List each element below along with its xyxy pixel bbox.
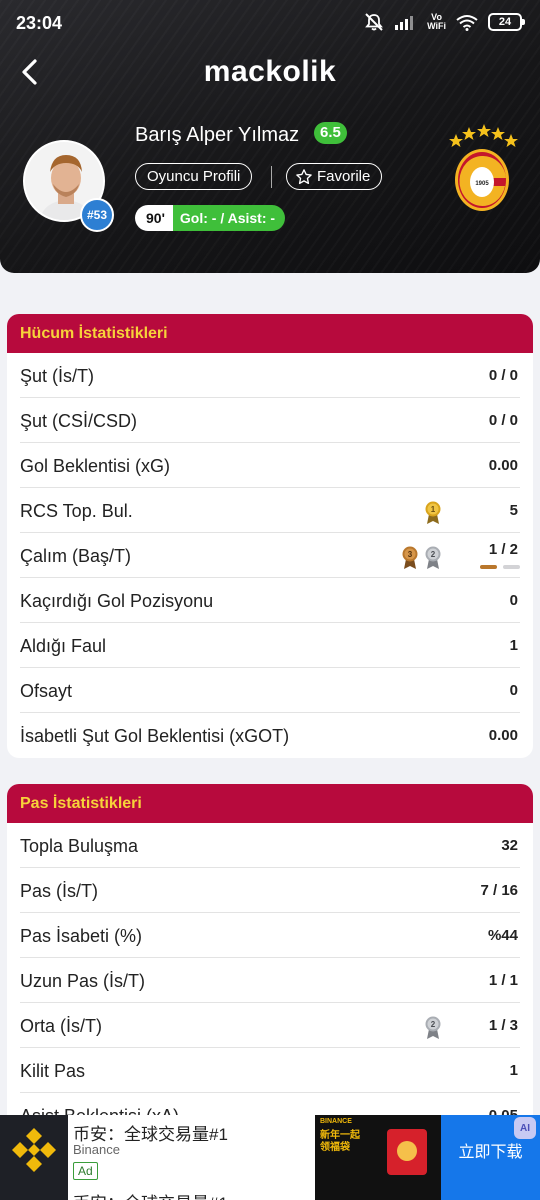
stat-label: Ofsayt bbox=[20, 681, 73, 701]
button-divider bbox=[271, 166, 272, 188]
stat-value: 1 bbox=[509, 1062, 518, 1079]
ad-title: 币安：全球交易量#1 bbox=[73, 1189, 228, 1200]
stat-row-dribbles: Çalım (Baş/T) 3 2 1 / 2 bbox=[20, 533, 520, 578]
vowifi-label: Vo WiFi bbox=[427, 12, 446, 31]
stat-label: Orta (İs/T) bbox=[20, 1016, 102, 1036]
ad-label-badge: Ad bbox=[73, 1162, 98, 1180]
stat-label: Topla Buluşma bbox=[20, 836, 139, 856]
stat-label: Pas İsabeti (%) bbox=[20, 926, 143, 946]
stat-label: Kilit Pas bbox=[20, 1061, 86, 1081]
stat-row-passes: Pas (İs/T) 7 / 16 bbox=[20, 868, 520, 913]
stat-value: 7 / 16 bbox=[480, 882, 518, 899]
ad-banner[interactable]: 币安：全球交易量#1 Binance Ad BINANCE 新年一起 领福袋 立… bbox=[0, 1115, 540, 1185]
player-name: Barış Alper Yılmaz bbox=[135, 124, 300, 146]
passing-stats-title: Pas İstatistikleri bbox=[7, 784, 533, 823]
ad-creative-brand: BINANCE bbox=[320, 1118, 352, 1125]
favorite-button[interactable]: Favorile bbox=[286, 163, 383, 190]
success-ratio-bar bbox=[480, 565, 520, 569]
bronze-medal-icon[interactable]: 3 bbox=[401, 546, 419, 570]
jersey-number-badge: #53 bbox=[80, 198, 114, 232]
silver-medal-icon[interactable]: 2 bbox=[424, 1016, 442, 1040]
wifi-icon bbox=[456, 14, 478, 31]
stat-value: 1 / 1 bbox=[488, 972, 518, 989]
stat-value: 32 bbox=[501, 837, 518, 854]
stat-value: %44 bbox=[487, 927, 518, 944]
favorite-button-label: Favorile bbox=[317, 168, 371, 185]
galatasaray-crest-icon: 1905 bbox=[449, 124, 518, 211]
ad-advertiser: Binance bbox=[73, 1142, 120, 1157]
ad-creative-image[interactable]: BINANCE 新年一起 领福袋 bbox=[315, 1115, 441, 1185]
cellular-signal-icon bbox=[395, 16, 414, 30]
stat-row-fouls-won: Aldığı Faul 1 bbox=[20, 623, 520, 668]
stat-value: 0 bbox=[509, 682, 518, 699]
stat-row-xgot: İsabetli Şut Gol Beklentisi (xGOT) 0.00 bbox=[20, 713, 520, 758]
ad-creative-image bbox=[315, 1185, 441, 1200]
stat-value: 0 / 0 bbox=[488, 412, 518, 429]
ad-creative-text: 新年一起 领福袋 bbox=[320, 1130, 360, 1153]
medal-rank: 1 bbox=[431, 505, 436, 514]
binance-logo[interactable] bbox=[0, 1115, 68, 1185]
player-rating-badge: 6.5 bbox=[314, 122, 347, 144]
passing-stats-card: Pas İstatistikleri Topla Buluşma 32 Pas … bbox=[7, 784, 533, 1129]
gold-medal-icon[interactable]: 1 bbox=[424, 501, 442, 525]
stat-row-big-chances-missed: Kaçırdığı Gol Pozisyonu 0 bbox=[20, 578, 520, 623]
stat-row-offsides: Ofsayt 0 bbox=[20, 668, 520, 713]
attack-stats-title: Hücum İstatistikleri bbox=[7, 314, 533, 353]
battery-indicator: 24 bbox=[488, 13, 525, 31]
stat-row-shots: Şut (İs/T) 0 / 0 bbox=[20, 353, 520, 398]
star-outline-icon bbox=[296, 168, 312, 184]
goal-assist-summary: Gol: - / Asist: - bbox=[172, 205, 286, 231]
binance-diamond-icon bbox=[12, 1128, 56, 1172]
stat-label: Gol Beklentisi (xG) bbox=[20, 456, 171, 476]
silver-medal-icon[interactable]: 2 bbox=[424, 546, 442, 570]
stat-row-touches: Topla Buluşma 32 bbox=[20, 823, 520, 868]
ad-corner-badge[interactable]: AI bbox=[514, 1117, 536, 1139]
binance-logo bbox=[0, 1185, 68, 1200]
stat-label: Aldığı Faul bbox=[20, 636, 107, 656]
status-time: 23:04 bbox=[16, 13, 63, 33]
stat-row-shots-box: Şut (CSİ/CSD) 0 / 0 bbox=[20, 398, 520, 443]
medal-rank: 3 bbox=[408, 550, 413, 559]
stat-label: Şut (CSİ/CSD) bbox=[20, 411, 138, 431]
medal-rank: 2 bbox=[431, 550, 436, 559]
club-crest[interactable]: 1905 bbox=[445, 120, 519, 215]
stat-label: RCS Top. Bul. bbox=[20, 501, 133, 521]
minutes-played: 90' bbox=[135, 205, 173, 231]
stat-label: Çalım (Baş/T) bbox=[20, 546, 132, 566]
stat-label: Şut (İs/T) bbox=[20, 366, 95, 386]
stat-value: 1 bbox=[509, 637, 518, 654]
match-summary: 90' Gol: - / Asist: - bbox=[135, 205, 286, 231]
stat-label: Uzun Pas (İs/T) bbox=[20, 971, 146, 991]
player-profile-button[interactable]: Oyuncu Profili bbox=[135, 163, 253, 190]
stat-row-touches-box: RCS Top. Bul. 1 5 bbox=[20, 488, 520, 533]
app-logo: mackolik bbox=[203, 55, 337, 88]
stat-value: 0.00 bbox=[488, 727, 518, 744]
player-header: 23:04 Vo WiFi 24 mackolik #53 Barış Alpe… bbox=[0, 0, 540, 273]
stat-label: Pas (İs/T) bbox=[20, 881, 99, 901]
stat-row-xg: Gol Beklentisi (xG) 0.00 bbox=[20, 443, 520, 488]
stat-row-key-passes: Kilit Pas 1 bbox=[20, 1048, 520, 1093]
attack-stats-card: Hücum İstatistikleri Şut (İs/T) 0 / 0 Şu… bbox=[7, 314, 533, 758]
stat-row-crosses: Orta (İs/T) 2 1 / 3 bbox=[20, 1003, 520, 1048]
ratio-bar-total bbox=[503, 565, 520, 569]
stat-row-pass-accuracy: Pas İsabeti (%) %44 bbox=[20, 913, 520, 958]
stat-label: Kaçırdığı Gol Pozisyonu bbox=[20, 591, 214, 611]
stat-value: 0 / 0 bbox=[488, 367, 518, 384]
status-bar: 23:04 Vo WiFi 24 bbox=[0, 0, 540, 50]
stat-row-long-passes: Uzun Pas (İs/T) 1 / 1 bbox=[20, 958, 520, 1003]
ad-download-button bbox=[441, 1185, 540, 1200]
mute-notifications-icon bbox=[365, 13, 383, 31]
stat-value: 0.00 bbox=[488, 457, 518, 474]
status-icons: Vo WiFi 24 bbox=[363, 12, 525, 32]
stat-label: İsabetli Şut Gol Beklentisi (xGOT) bbox=[20, 726, 290, 746]
ratio-bar-success bbox=[480, 565, 497, 569]
red-envelope-icon bbox=[387, 1129, 427, 1175]
medal-rank: 2 bbox=[431, 1020, 436, 1029]
stat-value: 0 bbox=[509, 592, 518, 609]
club-founded-year: 1905 bbox=[475, 181, 489, 187]
stat-value: 1 / 3 bbox=[488, 1017, 518, 1034]
ad-banner-duplicate[interactable]: 币安：全球交易量#1 bbox=[0, 1185, 540, 1200]
